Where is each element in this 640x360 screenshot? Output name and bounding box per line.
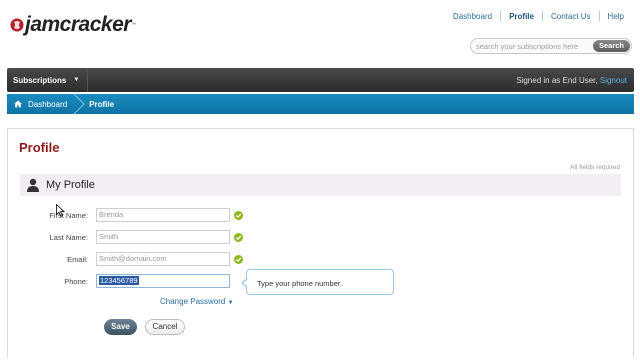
search-button[interactable]: Search [592,40,630,52]
email-field[interactable]: Smith@domain.com [96,252,230,266]
brand-name: jamcracker [25,13,131,36]
section-title: My Profile [46,179,95,191]
breadcrumb-profile: Profile [89,99,115,109]
jamcracker-logo-icon [10,18,24,32]
check-icon [234,232,243,242]
last-name-row: Last Name: Smith [20,229,243,245]
subscriptions-menu[interactable]: Subscriptions ▼ [7,68,89,92]
check-icon [234,210,243,220]
search-input[interactable] [476,41,594,51]
change-password-label: Change Password [160,297,226,306]
last-name-label: Last Name: [49,232,88,242]
chevron-down-icon: ▼ [73,77,80,83]
breadcrumb-separator-icon [73,94,85,114]
chevron-down-icon: ▼ [227,300,234,306]
phone-tooltip: Type your phone number. [241,269,394,295]
phone-label: Phone: [64,276,88,286]
breadcrumb-dashboard[interactable]: Dashboard [7,94,73,114]
section-header: My Profile [20,174,621,196]
required-note: All fields required [570,164,620,171]
profile-panel: Profile All fields required My Profile F… [7,128,634,358]
top-navigation: Dashboard Profile Contact Us Help [445,11,632,21]
change-password-link[interactable]: Change Password ▼ [160,297,234,306]
phone-value-selected: 123456789 [99,276,139,285]
breadcrumb-dashboard-label: Dashboard [28,99,68,109]
email-row: Email: Smith@domain.com [20,251,243,267]
nav-profile-link[interactable]: Profile [501,12,542,21]
home-icon [14,100,22,108]
page-title: Profile [19,140,60,155]
nav-dashboard-link[interactable]: Dashboard [445,12,500,21]
search-box: Search [470,38,632,54]
signout-link[interactable]: Signout [600,76,627,85]
phone-field[interactable]: 123456789 [96,274,230,288]
first-name-row: First Name: Brenda [20,207,243,223]
phone-row: Phone: 123456789 [20,273,230,289]
user-icon [27,178,39,192]
breadcrumb: Dashboard Profile [7,94,634,114]
email-label: Email: [67,254,88,264]
signed-in-text: Signed in as End User, [516,75,598,85]
menu-bar: Subscriptions ▼ Signed in as End User, S… [7,68,634,92]
check-icon [234,254,243,264]
cancel-button[interactable]: Cancel [145,319,185,335]
last-name-field[interactable]: Smith [96,230,230,244]
brand-logo[interactable]: jamcracker ™ [10,8,136,42]
subscriptions-label: Subscriptions [13,75,67,85]
user-status: Signed in as End User, Signout [516,76,627,85]
first-name-field[interactable]: Brenda [96,208,230,222]
nav-help-link[interactable]: Help [600,12,632,21]
nav-contact-us-link[interactable]: Contact Us [543,12,599,21]
save-button[interactable]: Save [104,319,137,335]
mouse-pointer-icon [56,204,65,217]
